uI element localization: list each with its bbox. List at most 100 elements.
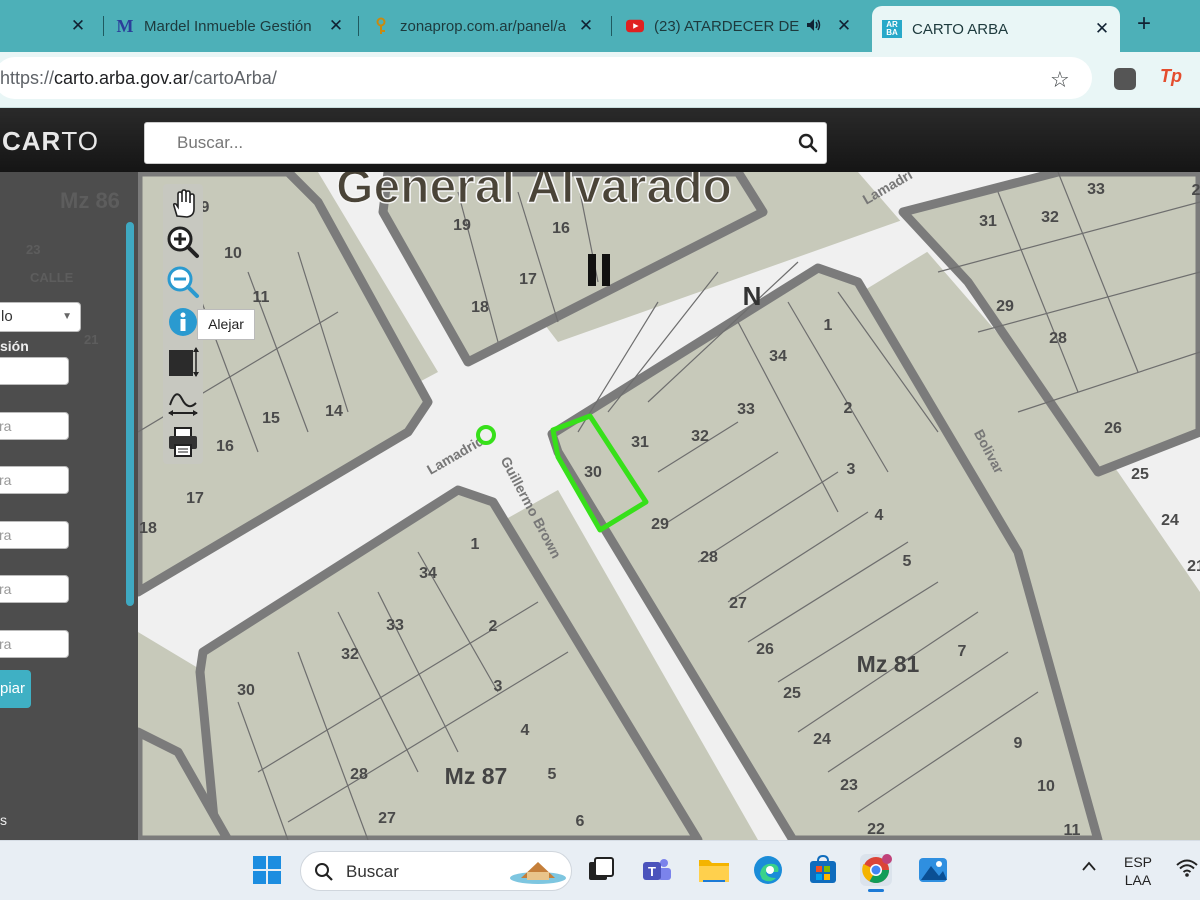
windows-start-icon[interactable] — [252, 855, 282, 885]
plot-number: 2 — [844, 400, 853, 417]
file-explorer-icon[interactable] — [697, 854, 729, 886]
task-view-icon[interactable] — [585, 854, 617, 886]
close-tab-icon[interactable]: ✕ — [1092, 19, 1112, 39]
plot-number: 4 — [521, 722, 530, 739]
plot-number: 18 — [139, 520, 157, 537]
tab-mardel[interactable]: M Mardel Inmueble Gestión ✕ — [116, 8, 354, 44]
plot-number: 22 — [867, 821, 885, 838]
search-highlight-icon — [510, 862, 566, 884]
plot-number: 28 — [350, 766, 368, 783]
bookmark-star-icon[interactable]: ☆ — [1050, 67, 1070, 93]
extension-icon[interactable] — [1114, 68, 1136, 90]
close-tab-icon[interactable]: ✕ — [68, 16, 88, 36]
address-bar-row: https://carto.arba.gov.ar/cartoArba/ ☆ T… — [0, 52, 1200, 108]
block-label-mz81: Mz 81 — [857, 651, 920, 677]
carto-logo: CARTO — [2, 126, 99, 156]
plot-number: 10 — [224, 245, 242, 262]
clear-button[interactable]: piar — [0, 670, 31, 708]
plot-number: 17 — [519, 271, 537, 288]
plot-number: 10 — [1037, 778, 1055, 795]
youtube-icon — [626, 17, 644, 35]
plot-number: 15 — [262, 410, 280, 427]
edge-icon[interactable] — [752, 854, 784, 886]
teams-icon[interactable]: T — [641, 854, 673, 886]
plot-number: 14 — [325, 403, 343, 420]
photos-icon[interactable] — [917, 854, 949, 886]
app-header: CARTO — [0, 108, 1200, 172]
tab-0[interactable]: ✕ — [0, 8, 96, 44]
speaker-icon[interactable] — [806, 17, 822, 37]
panel-field-label: sión — [0, 338, 29, 354]
plot-number: 2 — [1192, 182, 1200, 199]
arba-icon: AR BA — [882, 20, 902, 38]
plot-number: 29 — [651, 516, 669, 533]
input-language-indicator[interactable]: ESP LAA — [1124, 853, 1152, 889]
url-host: carto.arba.gov.ar — [54, 68, 189, 88]
ghost-map-text: 23 — [26, 242, 41, 257]
search-icon[interactable] — [798, 133, 818, 153]
close-tab-icon[interactable]: ✕ — [834, 16, 854, 36]
search-input[interactable] — [145, 123, 785, 163]
plot-number: 33 — [386, 617, 404, 634]
panel-input-5[interactable]: ra — [0, 575, 69, 603]
print-icon[interactable] — [165, 424, 201, 460]
plot-number: 27 — [378, 810, 396, 827]
panel-input-3[interactable]: ra — [0, 466, 69, 494]
panel-input-2[interactable]: ra — [0, 412, 69, 440]
taskbar-search-box[interactable]: Buscar — [300, 851, 572, 891]
tab-zonaprop[interactable]: zonaprop.com.ar/panel/a ✕ — [372, 8, 604, 44]
tab-carto-arba[interactable]: AR BA CARTO ARBA ✕ — [872, 6, 1120, 52]
compass-label: N — [743, 281, 762, 311]
close-tab-icon[interactable]: ✕ — [576, 16, 596, 36]
extension-tp-icon[interactable]: Tp — [1160, 66, 1182, 87]
chrome-icon[interactable] — [860, 854, 892, 886]
pan-hand-icon[interactable] — [165, 186, 201, 222]
plot-number: 26 — [756, 641, 774, 658]
plot-number: 31 — [631, 434, 649, 451]
browser-tab-strip: ✕ M Mardel Inmueble Gestión ✕ zonaprop.c… — [0, 0, 1200, 52]
plot-number: 19 — [453, 217, 471, 234]
tab-separator — [611, 16, 612, 36]
url-field[interactable]: https://carto.arba.gov.ar/cartoArba/ — [0, 57, 1092, 99]
zoom-out-icon[interactable] — [165, 264, 201, 300]
plot-number: 5 — [548, 766, 557, 783]
tab-youtube[interactable]: (23) ATARDECER DE U ✕ — [626, 8, 862, 44]
plot-number: 33 — [737, 401, 755, 418]
taskbar-search-label: Buscar — [346, 862, 399, 881]
tray-chevron-up-icon[interactable] — [1081, 859, 1097, 877]
plot-number: 24 — [813, 731, 831, 748]
plot-number: 32 — [341, 646, 359, 663]
tab-separator — [358, 16, 359, 36]
panel-scrollbar[interactable] — [126, 222, 134, 606]
plot-number: 23 — [840, 777, 858, 794]
plot-number: 25 — [783, 685, 801, 702]
store-icon[interactable] — [807, 854, 839, 886]
close-tab-icon[interactable]: ✕ — [326, 16, 346, 36]
search-type-select[interactable]: lo ▼ — [0, 302, 81, 332]
plot-number: 3 — [847, 461, 856, 478]
new-tab-button[interactable]: + — [1131, 12, 1157, 38]
plot-number: 17 — [186, 490, 204, 507]
info-icon[interactable] — [165, 304, 201, 340]
key-icon — [372, 17, 390, 35]
cadastral-map[interactable]: General Alvarado N Mz 81 Mz 87 Lamadrid … — [138, 172, 1200, 840]
plot-number: 30 — [237, 682, 255, 699]
plot-number: 29 — [996, 298, 1014, 315]
plot-number: 11 — [253, 289, 270, 306]
panel-input-4[interactable]: ra — [0, 521, 69, 549]
windows-taskbar: Buscar T ESP LAA — [0, 840, 1200, 900]
zoom-in-icon[interactable] — [165, 224, 201, 260]
measure-icon[interactable] — [165, 384, 201, 420]
ghost-map-text: 21 — [84, 332, 99, 347]
plot-number: 24 — [1161, 512, 1179, 529]
plot-number: 32 — [1041, 209, 1059, 226]
panel-input-1[interactable] — [0, 357, 69, 385]
extent-icon[interactable] — [165, 344, 201, 380]
plot-number: 21 — [1187, 558, 1200, 575]
left-panel: Mz 86 23 CALLE 21 13 lo▼ sión ra ra ra r… — [0, 172, 138, 840]
tab-label: Mardel Inmueble Gestión — [144, 17, 312, 35]
panel-input-6[interactable]: ra — [0, 630, 69, 658]
wifi-icon[interactable] — [1175, 858, 1199, 878]
plot-number: 34 — [769, 348, 787, 365]
plot-number: 1 — [824, 317, 833, 334]
